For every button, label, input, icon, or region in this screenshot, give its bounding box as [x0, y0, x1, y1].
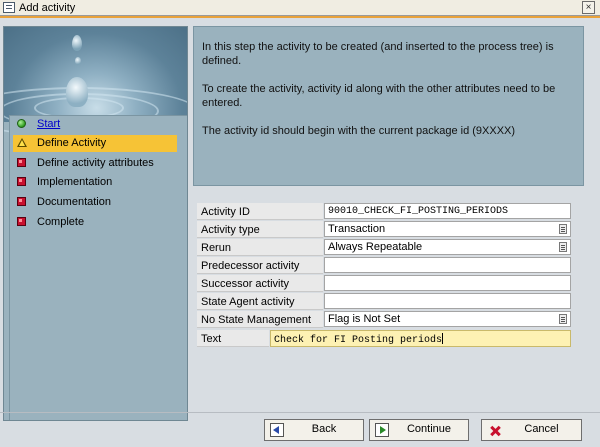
field-label: No State Management — [197, 311, 323, 328]
row-rerun: Rerun Always Repeatable — [197, 239, 575, 257]
step-label: Complete — [37, 216, 85, 228]
add-activity-icon — [3, 2, 15, 13]
row-successor: Successor activity — [197, 275, 575, 293]
row-activity-type: Activity type Transaction — [197, 221, 575, 239]
row-activity-id: Activity ID 90010_CHECK_FI_POSTING_PERIO… — [197, 203, 575, 221]
field-label: State Agent activity — [197, 293, 323, 310]
field-label: Text — [197, 330, 269, 347]
field-label: Activity type — [197, 221, 323, 238]
activity-id-input[interactable]: 90010_CHECK_FI_POSTING_PERIODS — [324, 203, 571, 219]
field-label: Rerun — [197, 239, 323, 256]
instruction-text: The activity id should begin with the cu… — [202, 125, 516, 137]
cancel-button[interactable]: Cancel — [481, 419, 582, 441]
dropdown-icon[interactable] — [559, 314, 567, 324]
step-label: Define activity attributes — [37, 157, 154, 169]
button-label: Continue — [406, 423, 452, 435]
step-label[interactable]: Start — [37, 118, 60, 131]
dropdown-icon[interactable] — [559, 242, 567, 252]
water-drop-image — [4, 27, 187, 137]
instruction-text: In this step the activity to be created … — [202, 41, 554, 67]
red-square-icon — [17, 217, 26, 226]
continue-button[interactable]: Continue — [369, 419, 469, 441]
text-value: Check for FI Posting periods — [274, 335, 443, 346]
back-button[interactable]: Back — [264, 419, 364, 441]
text-input[interactable]: Check for FI Posting periods — [270, 330, 571, 347]
dropdown-icon[interactable] — [559, 224, 567, 234]
select-value: Flag is Not Set — [328, 313, 401, 325]
select-value: Always Repeatable — [328, 241, 423, 253]
text-cursor — [442, 333, 444, 344]
title-bar: Add activity × — [0, 0, 600, 16]
continue-arrow-icon — [375, 423, 389, 437]
red-square-icon — [17, 177, 26, 186]
row-predecessor: Predecessor activity — [197, 257, 575, 275]
close-icon[interactable]: × — [582, 1, 595, 14]
step-documentation: Documentation — [13, 194, 177, 211]
red-square-icon — [17, 158, 26, 167]
instruction-text: To create the activity, activity id alon… — [202, 83, 556, 109]
field-label: Predecessor activity — [197, 257, 323, 274]
step-complete: Complete — [13, 214, 177, 231]
select-value: Transaction — [328, 223, 386, 235]
green-circle-icon — [17, 119, 26, 128]
step-define-activity-attributes: Define activity attributes — [13, 155, 177, 172]
drop — [75, 57, 81, 65]
rerun-select[interactable]: Always Repeatable — [324, 239, 571, 255]
activity-type-select[interactable]: Transaction — [324, 221, 571, 237]
window-title: Add activity — [19, 2, 76, 14]
instructions-panel: In this step the activity to be created … — [193, 26, 584, 186]
drop — [72, 35, 82, 51]
back-arrow-icon — [270, 423, 284, 437]
step-implementation: Implementation — [13, 174, 177, 191]
splash — [66, 77, 88, 107]
button-separator — [0, 412, 600, 413]
step-label: Documentation — [37, 196, 111, 208]
field-label: Activity ID — [197, 203, 323, 220]
red-square-icon — [17, 197, 26, 206]
successor-activity-input[interactable] — [324, 275, 571, 291]
no-state-management-select[interactable]: Flag is Not Set — [324, 311, 571, 327]
predecessor-activity-input[interactable] — [324, 257, 571, 273]
button-label: Cancel — [524, 423, 559, 435]
step-start[interactable]: Start — [13, 116, 177, 133]
row-no-state-management: No State Management Flag is Not Set — [197, 311, 575, 329]
step-list: Start Define Activity Define activity at… — [9, 115, 187, 420]
row-state-agent: State Agent activity — [197, 293, 575, 311]
step-label: Define Activity — [37, 137, 107, 149]
dialog-body: Start Define Activity Define activity at… — [0, 18, 600, 447]
cancel-x-icon — [487, 423, 501, 437]
roadmap-panel: Start Define Activity Define activity at… — [3, 26, 188, 421]
step-label: Implementation — [37, 176, 113, 188]
warning-triangle-icon — [17, 138, 27, 147]
state-agent-activity-input[interactable] — [324, 293, 571, 309]
button-label: Back — [311, 423, 337, 435]
row-text: Text Check for FI Posting periods — [197, 330, 575, 348]
field-label: Successor activity — [197, 275, 323, 292]
step-define-activity[interactable]: Define Activity — [13, 135, 177, 152]
